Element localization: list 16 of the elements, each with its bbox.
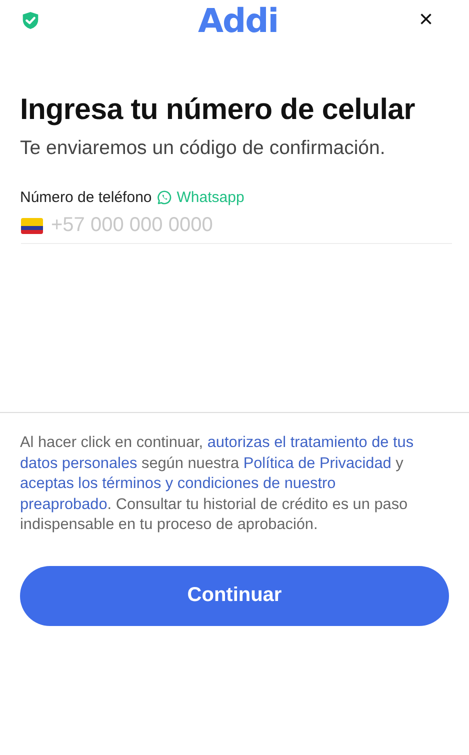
consent-link[interactable]: aceptas los términos y condiciones de nuestro (20, 475, 336, 492)
chat-bubble-icon (156, 190, 172, 205)
logo: Addi (198, 0, 278, 40)
consent-text: Al hacer click en continuar, autorizas el tratamiento de tus datos personales según nuestra Política de Privacidad y aceptas los términos y condiciones de nuestro preaprobado. Consultar tu historial de crédito es un paso indispensable en tu proceso de aprobación. (20, 433, 415, 536)
consent-link[interactable]: datos personales (20, 454, 138, 472)
field-label: Número de teléfono (20, 189, 152, 206)
continue-button[interactable]: Continuar (20, 566, 449, 626)
consent-link[interactable]: preaprobado (20, 496, 108, 513)
close-button[interactable]: × (418, 8, 433, 32)
page-title: Ingresa tu número de celular (20, 93, 416, 127)
shield-check-icon (22, 10, 39, 30)
subtitle: Te enviaremos un código de confirmación. (20, 137, 386, 160)
whatsapp-label: Whatsapp (176, 189, 244, 206)
consent-link[interactable]: autorizas el tratamiento de tus (207, 434, 414, 451)
consent-link[interactable]: Política de Privacidad (243, 454, 392, 472)
flag-icon (21, 218, 43, 234)
